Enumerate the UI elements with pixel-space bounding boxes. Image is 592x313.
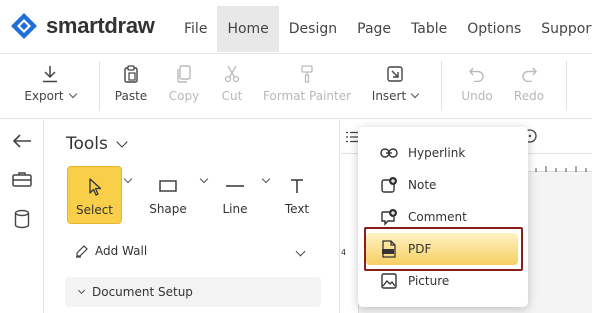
insert-dropdown-menu: Hyperlink Note Comment PDF Picture (358, 127, 528, 307)
logo-text: smartdraw (46, 13, 155, 38)
ribbon-divider (566, 61, 567, 111)
paint-brush-icon (300, 64, 314, 84)
copy-button[interactable]: Copy (164, 55, 204, 119)
clipboard-icon (123, 64, 139, 84)
main-menu: File Home Design Page Table Options Supp… (174, 0, 592, 54)
ruler-number: 4 (341, 248, 347, 257)
chevron-down-icon (116, 136, 128, 148)
copy-icon (176, 64, 192, 84)
shape-tool-label: Shape (149, 202, 187, 216)
chevron-down-icon (68, 89, 77, 99)
ribbon-divider (441, 61, 442, 111)
cursor-icon (88, 177, 102, 197)
back-button[interactable] (0, 122, 44, 160)
menu-options[interactable]: Options (457, 6, 531, 52)
download-icon (42, 64, 58, 84)
insert-label: Insert (371, 89, 407, 103)
text-tool-button[interactable]: Text (277, 166, 317, 224)
tools-title-label: Tools (66, 134, 108, 154)
redo-icon (521, 64, 537, 84)
tools-title[interactable]: Tools (66, 134, 128, 154)
add-wall-row[interactable]: Add Wall (75, 244, 147, 258)
chevron-down-icon (410, 89, 420, 99)
left-icon-strip (0, 120, 44, 313)
highlight-outline (364, 227, 523, 271)
undo-button[interactable]: Undo (456, 55, 498, 119)
app-logo[interactable]: smartdraw (10, 12, 155, 40)
text-tool-label: Text (284, 202, 310, 216)
picture-icon (380, 272, 398, 290)
cut-label: Cut (221, 89, 243, 103)
menu-file[interactable]: File (174, 6, 217, 52)
menu-bar: smartdraw File Home Design Page Table Op… (0, 0, 592, 54)
select-tool-button[interactable]: Select (67, 166, 122, 224)
comment-icon (380, 208, 398, 226)
toolbox-button[interactable] (0, 160, 44, 198)
menu-design[interactable]: Design (279, 6, 347, 52)
database-icon (14, 209, 30, 229)
ribbon-toolbar: Export Paste Copy Cut Format Painter Ins… (0, 55, 592, 119)
rectangle-icon (159, 176, 177, 196)
undo-label: Undo (461, 89, 493, 103)
pencil-wall-icon (76, 245, 88, 258)
select-tool-chevron-icon[interactable] (123, 174, 133, 184)
shape-tool-button[interactable]: Shape (145, 166, 191, 224)
document-setup-section[interactable]: Document Setup (65, 277, 321, 307)
copy-label: Copy (168, 89, 200, 103)
add-wall-label: Add Wall (95, 244, 148, 258)
shape-tool-chevron-icon[interactable] (199, 174, 209, 184)
toolbox-icon (12, 172, 32, 187)
scissors-icon (224, 64, 240, 84)
paste-label: Paste (114, 89, 148, 103)
link-icon (380, 144, 398, 162)
note-icon (380, 176, 398, 194)
comment-label: Comment (408, 210, 467, 224)
menu-item-hyperlink[interactable]: Hyperlink (358, 137, 528, 169)
export-label: Export (24, 89, 64, 103)
menu-page[interactable]: Page (347, 6, 401, 52)
menu-support[interactable]: Support (531, 6, 592, 52)
add-wall-chevron-icon[interactable] (295, 246, 306, 257)
ribbon-divider (99, 61, 100, 111)
export-button[interactable]: Export (18, 55, 82, 119)
redo-label: Redo (513, 89, 545, 103)
menu-item-note[interactable]: Note (358, 169, 528, 201)
line-tool-label: Line (222, 202, 248, 216)
format-painter-button[interactable]: Format Painter (262, 55, 352, 119)
chevron-down-icon (77, 286, 86, 294)
undo-icon (469, 64, 485, 84)
arrow-left-icon (12, 134, 31, 148)
redo-button[interactable]: Redo (508, 55, 550, 119)
cut-button[interactable]: Cut (213, 55, 251, 119)
tools-panel: Tools Select Shape Line Text Add Wall Do… (45, 120, 340, 313)
line-tool-chevron-icon[interactable] (261, 174, 271, 184)
select-tool-label: Select (75, 203, 114, 217)
line-icon (225, 176, 245, 196)
note-label: Note (408, 178, 437, 192)
smartdraw-logo-icon (11, 13, 37, 39)
data-button[interactable] (0, 200, 44, 238)
format-painter-label: Format Painter (262, 89, 352, 103)
vertical-ruler: 4 (341, 154, 359, 313)
hyperlink-label: Hyperlink (408, 146, 466, 160)
menu-table[interactable]: Table (401, 6, 457, 52)
insert-icon (387, 64, 403, 84)
insert-button[interactable]: Insert (364, 55, 426, 119)
line-tool-button[interactable]: Line (215, 166, 255, 224)
menu-home[interactable]: Home (217, 6, 279, 52)
picture-label: Picture (408, 274, 450, 288)
paste-button[interactable]: Paste (111, 55, 151, 119)
document-setup-label: Document Setup (92, 285, 193, 299)
text-icon (290, 176, 304, 196)
